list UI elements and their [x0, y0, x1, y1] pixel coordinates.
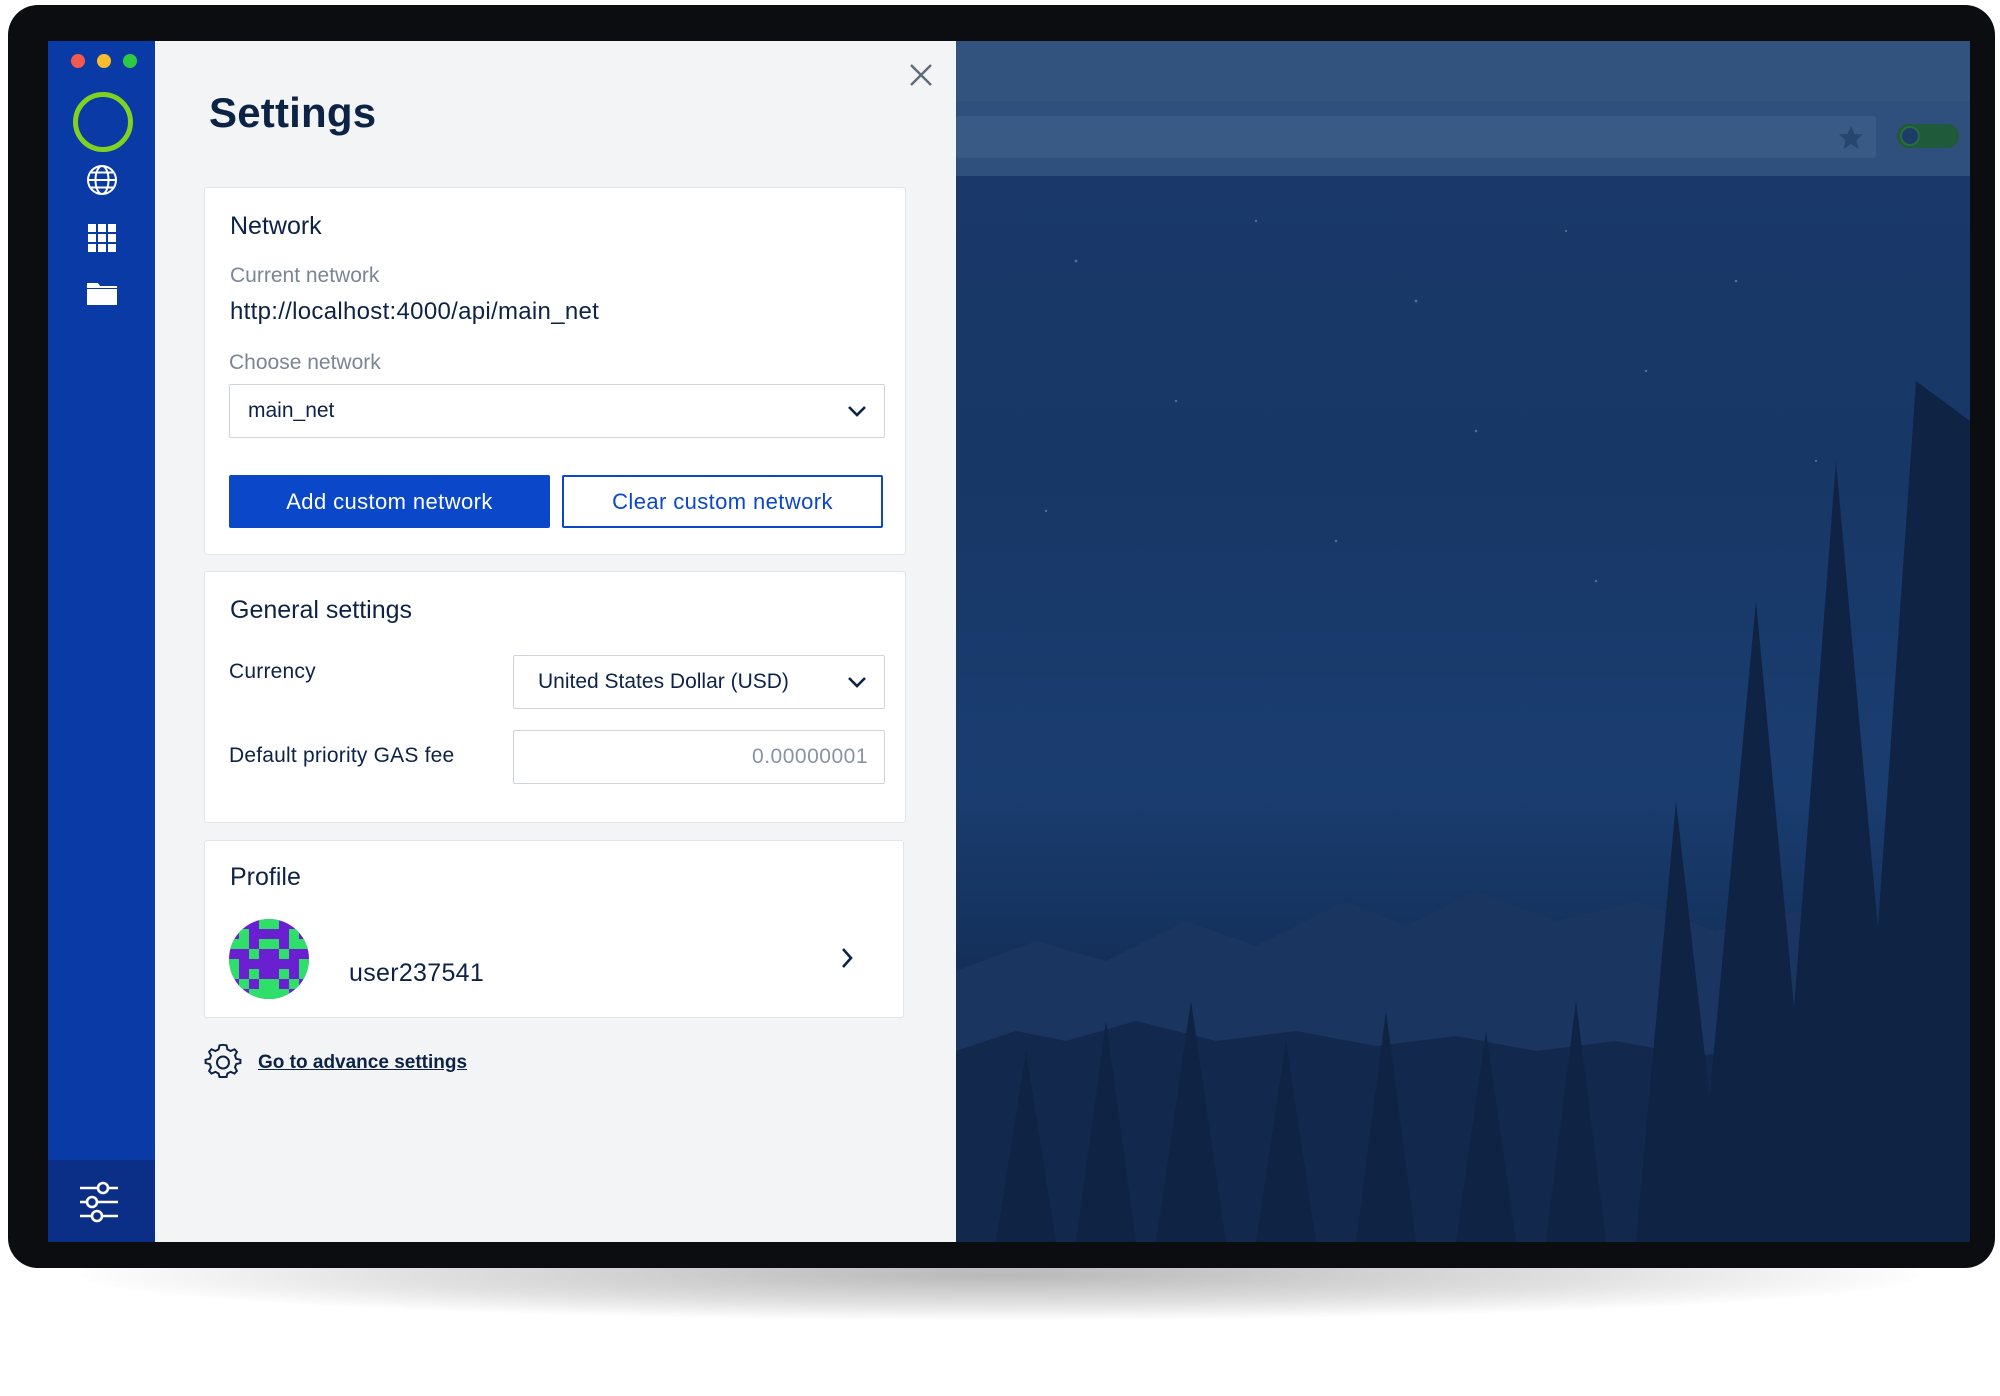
network-heading: Network	[230, 212, 322, 240]
current-network-label: Current network	[230, 264, 380, 287]
general-settings-card: General settings Currency United States …	[204, 571, 906, 823]
add-custom-network-button[interactable]: Add custom network	[229, 475, 550, 528]
browser-background	[956, 41, 1970, 1242]
settings-panel: Settings Network Current network http://…	[155, 41, 956, 1242]
grid-icon[interactable]	[84, 220, 120, 256]
currency-select[interactable]: United States Dollar (USD)	[513, 655, 885, 709]
page-title: Settings	[209, 89, 377, 136]
current-network-value: http://localhost:4000/api/main_net	[230, 298, 600, 325]
sidebar	[48, 41, 155, 1242]
app-window: Settings Network Current network http://…	[48, 41, 1970, 1242]
gas-fee-input[interactable]	[513, 730, 885, 784]
currency-select-value: United States Dollar (USD)	[538, 670, 789, 693]
network-select[interactable]: main_net	[229, 384, 885, 438]
profile-username: user237541	[349, 959, 485, 987]
sliders-icon	[77, 1180, 121, 1224]
chevron-down-icon	[848, 406, 866, 417]
maximize-window-button[interactable]	[123, 54, 137, 68]
currency-label: Currency	[229, 660, 316, 683]
network-select-value: main_net	[248, 399, 335, 422]
ring-logo-icon[interactable]	[73, 92, 133, 152]
night-landscape	[956, 219, 1970, 1242]
globe-icon[interactable]	[84, 162, 120, 198]
choose-network-label: Choose network	[229, 351, 381, 374]
chevron-down-icon	[848, 677, 866, 688]
sidebar-item-settings[interactable]	[48, 1160, 155, 1242]
device-frame: Settings Network Current network http://…	[8, 5, 1995, 1268]
avatar	[229, 919, 309, 999]
clear-custom-network-button[interactable]: Clear custom network	[562, 475, 883, 528]
gas-fee-label: Default priority GAS fee	[229, 744, 455, 767]
profile-row[interactable]: user237541	[205, 911, 905, 1011]
advanced-settings-link[interactable]: Go to advance settings	[258, 1052, 467, 1074]
profile-heading: Profile	[230, 863, 301, 891]
close-window-button[interactable]	[71, 54, 85, 68]
profile-card: Profile user237541	[204, 840, 904, 1018]
chevron-right-icon	[842, 948, 853, 968]
network-card: Network Current network http://localhost…	[204, 187, 906, 555]
close-icon[interactable]	[905, 59, 937, 91]
gear-icon	[204, 1043, 242, 1078]
general-settings-heading: General settings	[230, 596, 413, 624]
folder-icon[interactable]	[84, 276, 120, 312]
minimize-window-button[interactable]	[97, 54, 111, 68]
